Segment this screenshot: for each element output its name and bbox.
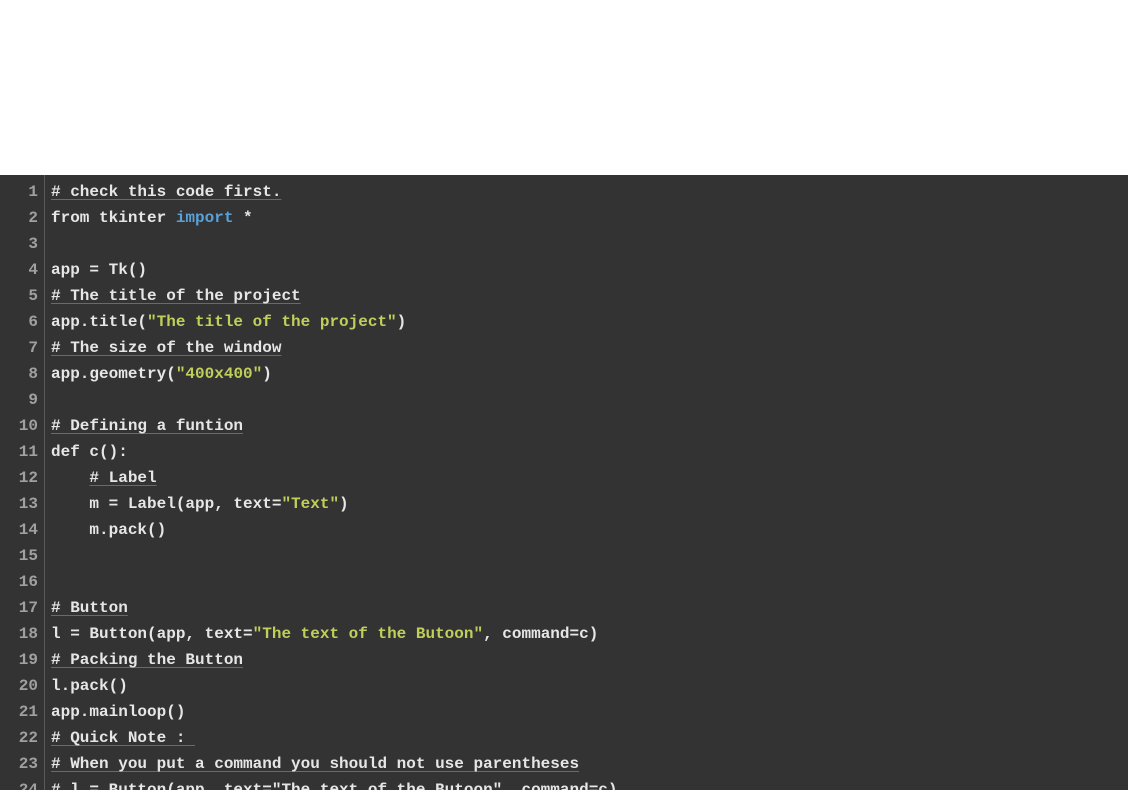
code-token: l = Button(app, text= xyxy=(51,625,253,643)
code-line[interactable] xyxy=(51,231,1128,257)
code-token: "The text of the Butoon" xyxy=(253,625,483,643)
code-line[interactable]: from tkinter import * xyxy=(51,205,1128,231)
code-line[interactable]: # Label xyxy=(51,465,1128,491)
line-number: 19 xyxy=(0,647,44,673)
code-token: app.mainloop() xyxy=(51,703,185,721)
code-token: # The title of the project xyxy=(51,287,301,305)
code-line[interactable]: # The title of the project xyxy=(51,283,1128,309)
line-number: 3 xyxy=(0,231,44,257)
line-number: 17 xyxy=(0,595,44,621)
code-line[interactable]: # Defining a funtion xyxy=(51,413,1128,439)
line-number: 11 xyxy=(0,439,44,465)
code-line[interactable] xyxy=(51,569,1128,595)
code-token: # check this code first. xyxy=(51,183,281,201)
code-token: ) xyxy=(262,365,272,383)
code-token: * xyxy=(233,209,252,227)
code-line[interactable]: # check this code first. xyxy=(51,179,1128,205)
code-token: import xyxy=(176,209,234,227)
code-token: "Text" xyxy=(281,495,339,513)
line-number: 7 xyxy=(0,335,44,361)
code-token: m.pack() xyxy=(51,521,166,539)
code-line[interactable]: # Packing the Button xyxy=(51,647,1128,673)
code-area[interactable]: # check this code first. from tkinter imp… xyxy=(45,175,1128,790)
code-line[interactable]: app = Tk() xyxy=(51,257,1128,283)
line-number-gutter: 123456789101112131415161718192021222324 xyxy=(0,175,45,790)
code-token: ) xyxy=(339,495,349,513)
line-number: 18 xyxy=(0,621,44,647)
code-token: # Quick Note : xyxy=(51,729,195,747)
code-token: # When you put a command you should not … xyxy=(51,755,579,773)
code-line[interactable] xyxy=(51,543,1128,569)
line-number: 6 xyxy=(0,309,44,335)
line-number: 21 xyxy=(0,699,44,725)
code-line[interactable]: def c(): xyxy=(51,439,1128,465)
code-line[interactable]: # l = Button(app, text="The text of the … xyxy=(51,777,1128,790)
code-token: , command=c) xyxy=(483,625,598,643)
code-editor[interactable]: 123456789101112131415161718192021222324 … xyxy=(0,175,1128,790)
code-line[interactable]: m.pack() xyxy=(51,517,1128,543)
line-number: 23 xyxy=(0,751,44,777)
code-line[interactable]: # The size of the window xyxy=(51,335,1128,361)
line-number: 16 xyxy=(0,569,44,595)
code-line[interactable]: # Quick Note : xyxy=(51,725,1128,751)
code-token: ) xyxy=(397,313,407,331)
code-token: "The title of the project" xyxy=(147,313,397,331)
code-token: app.geometry( xyxy=(51,365,176,383)
line-number: 20 xyxy=(0,673,44,699)
code-line[interactable]: m = Label(app, text="Text") xyxy=(51,491,1128,517)
line-number: 14 xyxy=(0,517,44,543)
code-token: # Defining a funtion xyxy=(51,417,243,435)
line-number: 24 xyxy=(0,777,44,790)
code-token: # The size of the window xyxy=(51,339,281,357)
code-line[interactable]: app.geometry("400x400") xyxy=(51,361,1128,387)
code-line[interactable]: l = Button(app, text="The text of the Bu… xyxy=(51,621,1128,647)
code-token xyxy=(51,469,89,487)
code-token: app.title( xyxy=(51,313,147,331)
code-token: l.pack() xyxy=(51,677,128,695)
line-number: 2 xyxy=(0,205,44,231)
code-token: app = Tk() xyxy=(51,261,147,279)
code-line[interactable]: # When you put a command you should not … xyxy=(51,751,1128,777)
code-line[interactable]: # Button xyxy=(51,595,1128,621)
line-number: 8 xyxy=(0,361,44,387)
line-number: 5 xyxy=(0,283,44,309)
line-number: 10 xyxy=(0,413,44,439)
code-token: # Button xyxy=(51,599,128,617)
line-number: 12 xyxy=(0,465,44,491)
code-token: m = Label(app, text= xyxy=(51,495,281,513)
code-line[interactable] xyxy=(51,387,1128,413)
line-number: 1 xyxy=(0,179,44,205)
code-token: # Label xyxy=(89,469,156,487)
code-token: "400x400" xyxy=(176,365,262,383)
code-line[interactable]: app.mainloop() xyxy=(51,699,1128,725)
code-token: # l = Button(app, text="The text of the … xyxy=(51,781,618,790)
line-number: 4 xyxy=(0,257,44,283)
line-number: 22 xyxy=(0,725,44,751)
code-line[interactable]: l.pack() xyxy=(51,673,1128,699)
line-number: 9 xyxy=(0,387,44,413)
line-number: 13 xyxy=(0,491,44,517)
line-number: 15 xyxy=(0,543,44,569)
code-token: from tkinter xyxy=(51,209,176,227)
code-token: # Packing the Button xyxy=(51,651,243,669)
code-line[interactable]: app.title("The title of the project") xyxy=(51,309,1128,335)
code-token: def c(): xyxy=(51,443,128,461)
